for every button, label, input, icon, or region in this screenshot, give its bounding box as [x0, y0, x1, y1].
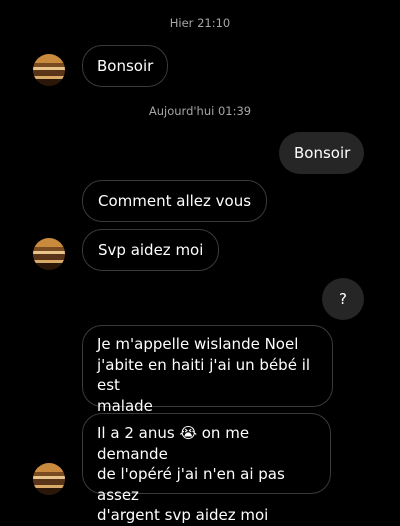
message-bubble-incoming[interactable]: Il a 2 anus 😭 on me demande de l'opéré j… [82, 413, 331, 524]
message-text-line: Je m'appelle wislande Noel [97, 335, 299, 353]
message-bubble-incoming[interactable]: Je m'appelle wislande Noel j'abite en ha… [82, 325, 333, 415]
timestamp: Aujourd'hui 01:39 [148, 104, 252, 118]
message-bubble-incoming[interactable]: Comment allez vous [82, 180, 268, 222]
message-text-line: de l'opéré j'ai n'en ai pas assez [97, 465, 285, 504]
contact-avatar-icon[interactable] [33, 54, 65, 86]
crying-face-emoji-icon: 😭 [179, 424, 197, 442]
contact-avatar-icon[interactable] [33, 238, 65, 270]
message-text: Svp aidez moi [98, 241, 204, 259]
message-text-line: Il a 2 anus 😭 on me demande [97, 423, 316, 464]
message-text: Il a 2 anus [97, 424, 175, 442]
message-text: ? [339, 290, 347, 308]
timestamp: Hier 21:10 [169, 16, 231, 30]
message-bubble-incoming[interactable]: Bonsoir [82, 45, 169, 87]
message-bubble-outgoing[interactable]: ? [322, 278, 364, 320]
message-text: Bonsoir [97, 57, 154, 75]
message-text-line: j'abite en haiti j'ai un bébé il est [97, 355, 311, 395]
message-bubble-incoming[interactable]: Svp aidez moi [82, 229, 220, 271]
message-bubble-outgoing[interactable]: Bonsoir [279, 132, 364, 174]
message-text-line: d'argent svp aidez moi [97, 506, 269, 524]
message-text: Comment allez vous [98, 192, 252, 210]
chat-thread: Hier 21:10 Bonsoir Aujourd'hui 01:39 Bon… [0, 0, 400, 524]
contact-avatar-icon[interactable] [33, 463, 65, 495]
message-text: Bonsoir [294, 144, 351, 162]
